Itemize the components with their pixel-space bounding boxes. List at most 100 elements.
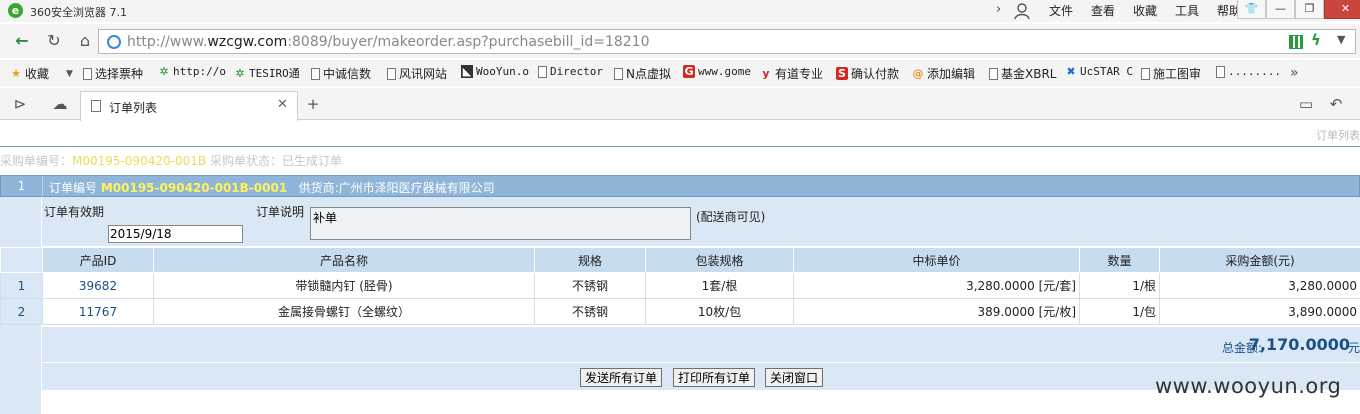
s-icon: S	[836, 67, 848, 80]
product-name: 金属接骨螺钉（全螺纹）	[153, 298, 535, 325]
refresh-icon[interactable]: ↻	[44, 31, 64, 51]
breadcrumb: 订单列表	[1316, 129, 1360, 142]
address-bar[interactable]: http://www.wzcgw.com:8089/buyer/makeorde…	[98, 29, 1356, 54]
fav-item[interactable]: 风讯网站	[387, 65, 447, 82]
close-window-page-button[interactable]: 关闭窗口	[765, 368, 824, 387]
unit-price: 3,280.0000 [元/套]	[793, 272, 1080, 299]
fav-item[interactable]: 中诚信数	[311, 65, 371, 82]
back-arrow-icon[interactable]: ←	[12, 31, 32, 51]
fav-item[interactable]: ◣ WooYun.o	[461, 65, 529, 78]
tab-bar: ⊳ ☁ 订单列表 ✕ + ▭ ↶	[0, 88, 1360, 121]
send-all-orders-button[interactable]: 发送所有订单	[580, 368, 663, 387]
fav-item[interactable]: N点虚拟	[614, 65, 671, 82]
unit-price: 389.0000 [元/枚]	[793, 298, 1080, 325]
quantity: 1/包	[1079, 298, 1160, 325]
row-index: 1	[0, 272, 43, 299]
col-spec: 规格	[534, 247, 646, 273]
product-name: 带锁髓内钉 (胫骨)	[153, 272, 535, 299]
fav-item[interactable]: Gwww.gome	[683, 65, 751, 78]
fav-item[interactable]: 施工图审	[1141, 65, 1201, 82]
col-quantity: 数量	[1079, 247, 1160, 273]
menu-favorites[interactable]: 收藏	[1124, 2, 1166, 20]
page-icon	[387, 67, 396, 80]
index-header	[0, 247, 43, 273]
amount: 3,280.0000	[1159, 272, 1360, 299]
fav-item[interactable]: 基金XBRL	[989, 65, 1056, 82]
undo-close-icon[interactable]: ↶	[1326, 95, 1346, 113]
page-icon	[1216, 65, 1225, 78]
fav-item[interactable]: ........	[1216, 65, 1281, 78]
col-product-id: 产品ID	[42, 247, 154, 273]
chevron-right-icon[interactable]: ›	[996, 2, 1010, 17]
menu-bar: 文件 查看 收藏 工具 帮助	[1040, 2, 1250, 20]
sidebar-toggle-icon[interactable]: ⊳	[10, 95, 30, 113]
fav-item[interactable]: ✲ http://o	[158, 65, 226, 78]
favorites-menu[interactable]: ★ 收藏 ▼	[10, 65, 73, 82]
fav-item[interactable]: @ 添加编辑	[912, 65, 976, 82]
note-visibility: (配送商可见)	[696, 210, 766, 224]
lightning-icon[interactable]: ϟ	[1311, 31, 1321, 49]
product-package: 10枚/包	[645, 298, 794, 325]
page-icon	[614, 67, 623, 80]
swirl-icon: @	[912, 67, 924, 80]
cloud-icon[interactable]: ☁	[50, 95, 70, 113]
fav-item[interactable]: S 确认付款	[836, 65, 899, 82]
close-tab-icon[interactable]: ✕	[277, 97, 288, 112]
divider	[0, 146, 1360, 147]
new-tab-icon[interactable]: +	[303, 95, 323, 113]
maximize-button[interactable]: ❐	[1295, 0, 1324, 19]
fav-item[interactable]: ✖ UcSTAR C	[1065, 65, 1133, 78]
wooyun-icon: ◣	[461, 65, 473, 78]
browser-logo-icon: e	[8, 3, 23, 18]
order-meta: 订单有效期 订单说明 补单 (配送商可见)	[42, 197, 1360, 247]
more-favorites-icon[interactable]: »	[1290, 65, 1299, 81]
gome-icon: G	[683, 65, 695, 78]
star-icon: ★	[11, 67, 21, 80]
tab-list-icon[interactable]: ▭	[1296, 95, 1316, 113]
product-id-link[interactable]: 39682	[42, 272, 154, 299]
window-controls: 👕 — ❐ ✕	[1237, 0, 1360, 19]
youdao-icon: y	[762, 67, 770, 80]
total-value: 7,170.0000	[1248, 335, 1350, 354]
quantity: 1/根	[1079, 272, 1160, 299]
page-icon	[1141, 67, 1150, 80]
purchase-status: 采购单编号：M00195-090420-001B 采购单状态：已生成订单	[0, 154, 342, 168]
user-icon[interactable]	[1014, 2, 1030, 20]
address-url[interactable]: http://www.wzcgw.com:8089/buyer/makeorde…	[127, 34, 650, 50]
supplier-name: 广州市泽阳医疗器械有限公司	[338, 181, 495, 195]
home-icon[interactable]: ⌂	[75, 31, 95, 51]
page-icon	[989, 67, 998, 80]
menu-tools[interactable]: 工具	[1166, 2, 1208, 20]
globe-icon	[107, 35, 121, 49]
order-code-label: 订单编号	[49, 181, 98, 195]
order-index: 1	[1, 176, 43, 196]
expiry-label: 订单有效期	[44, 205, 105, 219]
product-id-link[interactable]: 11767	[42, 298, 154, 325]
table-row: 2 11767 金属接骨螺钉（全螺纹） 不锈钢 10枚/包 389.0000 […	[0, 298, 1360, 325]
window-title: 360安全浏览器 7.1	[30, 6, 127, 19]
row-index: 2	[0, 298, 43, 325]
title-bar: e 360安全浏览器 7.1 › 文件 查看 收藏 工具 帮助 👕 — ❐ ✕	[0, 0, 1360, 22]
tab-label: 订单列表	[109, 101, 158, 115]
page-icon	[538, 65, 547, 78]
qr-code-icon[interactable]	[1289, 35, 1303, 49]
supplier-label: 供货商:	[298, 181, 339, 195]
table-header-row: 产品ID 产品名称 规格 包装规格 中标单价 数量 采购金额(元)	[0, 247, 1360, 273]
fav-item[interactable]: y 有道专业	[760, 65, 823, 82]
skin-button[interactable]: 👕	[1237, 0, 1266, 19]
fav-item[interactable]: ✲ TESIRO通	[234, 65, 299, 81]
fav-item[interactable]: Director	[538, 65, 603, 78]
chevron-down-icon[interactable]: ▼	[1337, 33, 1345, 46]
fav-item[interactable]: 选择票种	[83, 65, 143, 82]
print-all-orders-button[interactable]: 打印所有订单	[673, 368, 756, 387]
note-textarea[interactable]: 补单	[310, 207, 691, 240]
tab-order-list[interactable]: 订单列表 ✕	[80, 91, 298, 121]
page-icon	[83, 67, 92, 80]
expiry-input[interactable]	[108, 225, 243, 243]
minimize-button[interactable]: —	[1266, 0, 1295, 19]
menu-file[interactable]: 文件	[1040, 2, 1082, 20]
table-row: 1 39682 带锁髓内钉 (胫骨) 不锈钢 1套/根 3,280.0000 […	[0, 272, 1360, 299]
close-window-button[interactable]: ✕	[1324, 0, 1360, 19]
menu-view[interactable]: 查看	[1082, 2, 1124, 20]
total-row: 总金额: 7,170.0000 元	[42, 326, 1360, 362]
